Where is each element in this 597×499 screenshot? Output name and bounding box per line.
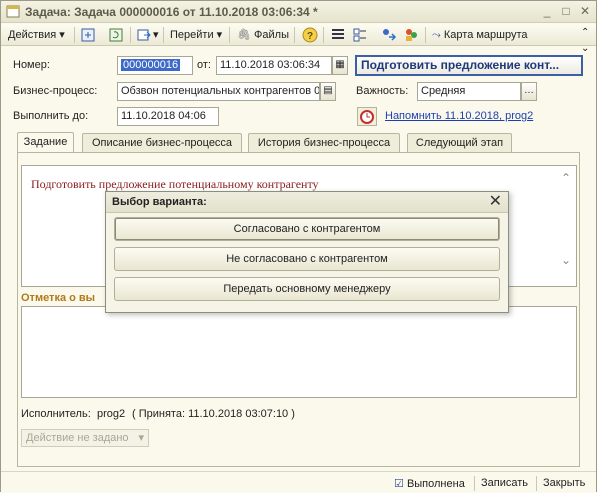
done-button[interactable]: ☑ Выполнена: [394, 477, 465, 490]
tab-task[interactable]: Задание: [17, 132, 74, 152]
select-importance-button[interactable]: …: [521, 82, 537, 101]
goto-menu-label: Перейти: [170, 29, 214, 41]
toolbar: Действия ▾ ▾ Перейти ▾ 🖇 Файлы ? ⤳ Карта…: [1, 24, 596, 54]
importance-label: Важность:: [356, 85, 409, 97]
minimize-button[interactable]: _: [539, 4, 555, 19]
save-button[interactable]: Записать: [481, 477, 528, 489]
save-close-icon[interactable]: [80, 27, 96, 43]
variant-dialog: Выбор варианта: ✕ Согласовано с контраге…: [105, 191, 509, 313]
open-process-icon[interactable]: ▤: [320, 82, 336, 101]
help-icon[interactable]: ?: [302, 27, 318, 43]
completion-note-area[interactable]: [21, 306, 577, 398]
number-label: Номер:: [13, 59, 50, 71]
actions-menu[interactable]: Действия ▾: [8, 27, 65, 43]
dialog-header: Выбор варианта: ✕: [106, 192, 508, 213]
process-field[interactable]: Обзвон потенциальных контрагентов 0: [117, 82, 320, 101]
tab-process-history[interactable]: История бизнес-процесса: [248, 133, 400, 152]
tab-next-stage[interactable]: Следующий этап: [407, 133, 512, 152]
option-not-agreed-button[interactable]: Не согласовано с контрагентом: [114, 247, 500, 271]
maximize-button[interactable]: □: [558, 4, 574, 19]
accepted-text: ( Принята: 11.10.2018 03:07:10 ): [132, 408, 295, 420]
bottom-separator: [474, 476, 475, 491]
due-label: Выполнить до:: [13, 110, 89, 122]
goto-menu[interactable]: Перейти ▾: [170, 27, 222, 43]
executor-value: prog2: [97, 408, 126, 420]
completion-note-label: Отметка о вы: [21, 292, 96, 304]
toolbar-separator: [163, 27, 164, 43]
task-form-icon: [6, 5, 20, 18]
toolbar-separator: [229, 27, 230, 43]
task-description-text: Подготовить предложение потенциальному к…: [31, 177, 319, 191]
route-map-button[interactable]: ⤳ Карта маршрута: [432, 27, 528, 43]
executor-label: Исполнитель:: [21, 408, 91, 420]
number-field[interactable]: 000000016: [117, 56, 193, 75]
main-action-button[interactable]: Подготовить предложение конт...: [355, 55, 583, 76]
importance-field[interactable]: Средняя: [417, 82, 521, 101]
due-field[interactable]: 11.10.2018 04:06: [117, 107, 219, 126]
chevron-down-icon: ▾: [138, 432, 144, 444]
close-icon[interactable]: ✕: [489, 193, 502, 211]
action-placeholder: Действие не задано: [26, 432, 129, 444]
redirect-task-icon[interactable]: [381, 27, 397, 43]
list-icon[interactable]: [330, 27, 346, 43]
date-field[interactable]: 11.10.2018 03:06:34: [216, 56, 332, 75]
checkbox-checked-icon: ☑: [394, 478, 404, 490]
from-label: от:: [197, 59, 211, 71]
paperclip-icon: 🖇: [237, 29, 251, 41]
calendar-icon[interactable]: ▦: [332, 56, 348, 75]
users-icon[interactable]: [403, 27, 419, 43]
scroll-down-icon[interactable]: ⌄: [561, 253, 571, 267]
svg-text:?: ?: [307, 31, 313, 42]
reminder-clock-icon[interactable]: [357, 107, 377, 126]
bottom-separator: [536, 476, 537, 491]
refresh-icon[interactable]: [108, 27, 124, 43]
toolbar-separator: [425, 27, 426, 43]
toolbar-separator: [74, 27, 75, 43]
tab-process-description[interactable]: Описание бизнес-процесса: [82, 133, 242, 152]
window-title: Задача: Задача 000000016 от 11.10.2018 0…: [25, 5, 318, 19]
process-label: Бизнес-процесс:: [13, 85, 98, 97]
task-window: Задача: Задача 000000016 от 11.10.2018 0…: [0, 0, 597, 493]
files-button[interactable]: 🖇 Файлы: [237, 27, 289, 43]
checklist-icon[interactable]: [352, 27, 368, 43]
route-map-label: Карта маршрута: [443, 29, 528, 41]
option-transfer-manager-button[interactable]: Передать основному менеджеру: [114, 277, 500, 301]
title-bar: Задача: Задача 000000016 от 11.10.2018 0…: [1, 1, 596, 23]
dialog-title: Выбор варианта:: [112, 196, 207, 208]
toolbar-separator: [130, 27, 131, 43]
bottom-bar: ☑ Выполнена Записать Закрыть: [1, 471, 596, 493]
done-label: Выполнена: [406, 478, 465, 490]
number-value: 000000016: [121, 59, 181, 71]
scroll-up-icon[interactable]: ⌃: [561, 171, 571, 185]
toolbar-separator: [294, 27, 295, 43]
option-agreed-button[interactable]: Согласовано с контрагентом: [114, 217, 500, 241]
files-label: Файлы: [254, 29, 289, 41]
actions-menu-label: Действия: [8, 29, 57, 41]
action-dropdown[interactable]: Действие не задано ▾: [21, 429, 149, 447]
close-window-button[interactable]: ✕: [577, 4, 593, 19]
toolbar-more-chevron-icon[interactable]: ⌃ ⌄: [581, 25, 589, 54]
toolbar-separator: [323, 27, 324, 43]
go-based-on-icon[interactable]: [136, 27, 152, 43]
go-based-on-dropdown[interactable]: ▾: [153, 27, 159, 43]
route-map-icon: ⤳: [432, 29, 441, 41]
reminder-link[interactable]: Напомнить 11.10.2018, prog2: [385, 110, 533, 122]
close-button[interactable]: Закрыть: [543, 477, 585, 489]
